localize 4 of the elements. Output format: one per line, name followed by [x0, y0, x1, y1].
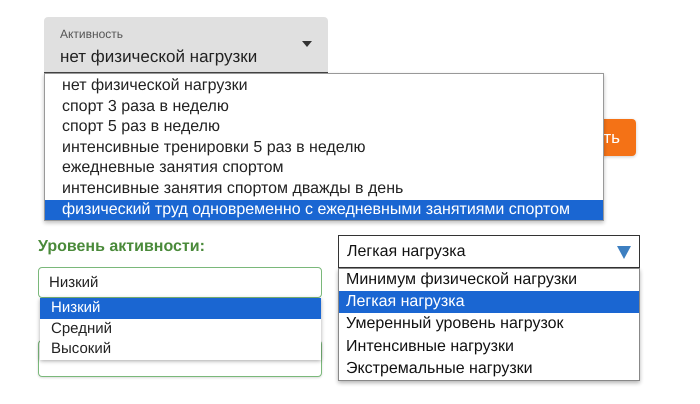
selected-value: нет физической нагрузки: [60, 47, 258, 67]
field-label: Активность: [60, 27, 124, 41]
selected-value: Легкая нагрузка: [347, 242, 466, 262]
section-heading: Уровень активности:: [38, 238, 205, 256]
